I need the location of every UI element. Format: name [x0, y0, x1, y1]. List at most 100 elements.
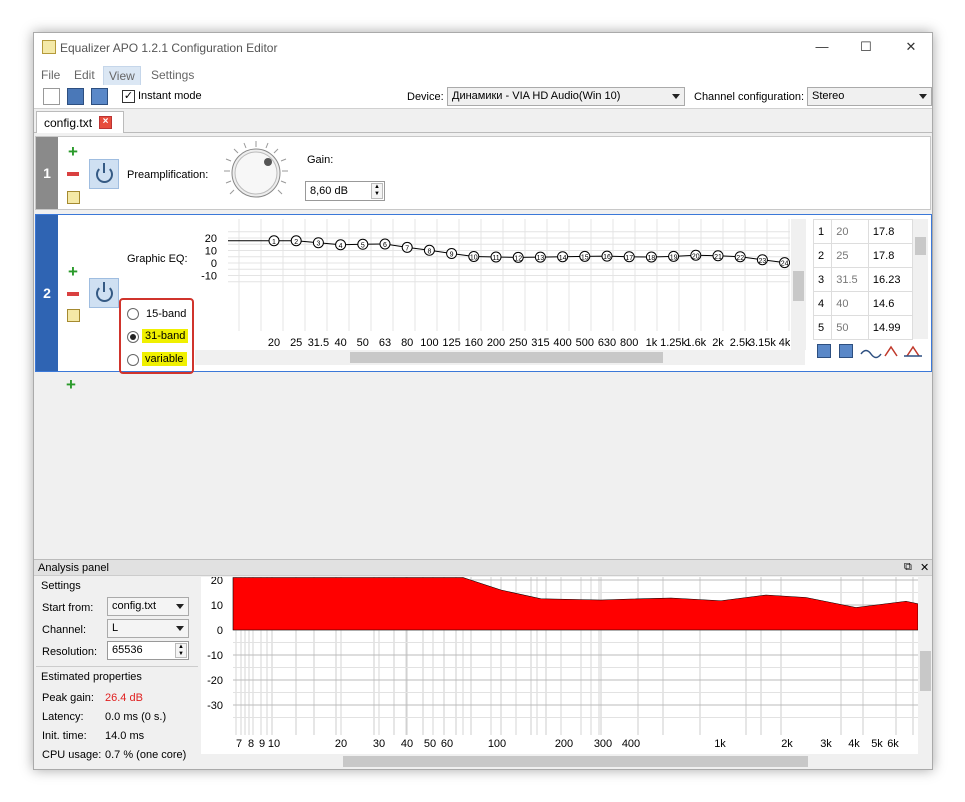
x-tick-label: 160	[465, 337, 483, 349]
menu-file[interactable]: File	[36, 66, 65, 84]
open-file-icon[interactable]	[67, 88, 84, 105]
analysis-horizontal-scrollbar[interactable]	[201, 754, 918, 769]
band-index[interactable]: 3	[812, 267, 833, 292]
band-index[interactable]: 2	[812, 243, 833, 268]
band-row[interactable]: 5 50 14.99	[812, 315, 914, 340]
scroll-thumb[interactable]	[915, 237, 926, 255]
band-gain[interactable]: 17.8	[867, 243, 914, 268]
x-tick-label: 8	[248, 738, 254, 750]
gain-knob[interactable]	[220, 139, 292, 207]
instant-mode-label: Instant mode	[138, 90, 202, 102]
scroll-thumb[interactable]	[350, 352, 663, 363]
eq-vertical-scrollbar[interactable]	[791, 219, 806, 350]
bands-table[interactable]: 1 20 17.8 2 25 17.8 3 31.5 16.23 4 40 14.6 5 50 14.99	[812, 219, 914, 340]
close-panel-icon[interactable]: ✕	[920, 561, 929, 574]
close-icon[interactable]: ✕	[901, 39, 921, 57]
minimize-icon[interactable]: —	[812, 39, 832, 57]
device-select[interactable]: Динамики - VIA HD Audio(Win 10)	[447, 87, 685, 106]
x-tick-label: 10	[268, 738, 280, 750]
channel-config-select[interactable]: Stereo	[807, 87, 932, 106]
start-from-select[interactable]: config.txt	[107, 597, 189, 616]
analysis-panel: Analysis panel ⧉ ✕ Settings Start from: …	[34, 559, 932, 769]
power-toggle-icon[interactable]	[89, 159, 119, 189]
bands-vertical-scrollbar[interactable]	[913, 219, 928, 339]
band-gain[interactable]: 14.6	[867, 291, 914, 316]
radio-variable[interactable]	[127, 354, 139, 366]
band-index[interactable]: 1	[812, 219, 833, 244]
add-filter-bottom-icon[interactable]: +	[65, 376, 77, 393]
x-tick-label: 9	[259, 738, 265, 750]
band-frequency[interactable]: 20	[831, 219, 869, 244]
save-eq-icon[interactable]	[817, 344, 831, 358]
resolution-label: Resolution:	[42, 646, 98, 658]
menu-bar: File Edit View Settings	[34, 63, 932, 86]
channel-select[interactable]: L	[107, 619, 189, 638]
instant-mode-checkbox[interactable]: ✓	[122, 90, 135, 103]
import-eq-icon[interactable]	[839, 344, 853, 358]
spin-arrows-icon[interactable]: ▲ ▼	[175, 643, 187, 658]
eq-node-label: 10	[470, 255, 478, 262]
resolution-spinbox[interactable]: 65536 ▲ ▼	[107, 641, 189, 660]
x-tick-label: 630	[598, 337, 616, 349]
maximize-icon[interactable]: ☐	[856, 39, 876, 57]
chevron-down-icon	[672, 94, 680, 99]
band-gain[interactable]: 16.23	[867, 267, 914, 292]
gain-spinbox[interactable]: 8,60 dB ▲ ▼	[305, 181, 385, 201]
frequency-response-graph[interactable]: 20100-10-20-307 8 9 10 20 30 40 50 60 100 200 300 40…	[201, 577, 918, 754]
float-panel-icon[interactable]: ⧉	[904, 561, 912, 574]
chevron-down-icon	[919, 94, 927, 99]
scroll-thumb[interactable]	[920, 651, 931, 691]
x-tick-label: 1.25k	[660, 337, 687, 349]
x-tick-label: 1k	[714, 738, 726, 750]
band-index[interactable]: 5	[812, 315, 833, 340]
eq-node-label: 9	[450, 252, 454, 259]
add-filter-icon[interactable]: +	[67, 143, 79, 160]
eq-node-label: 8	[427, 248, 431, 255]
band-frequency[interactable]: 50	[831, 315, 869, 340]
divider	[36, 666, 198, 667]
y-tick-label: 20	[205, 233, 217, 245]
x-tick-label: 50	[424, 738, 436, 750]
band-frequency[interactable]: 31.5	[831, 267, 869, 292]
band-row[interactable]: 4 40 14.6	[812, 291, 914, 316]
band-frequency[interactable]: 25	[831, 243, 869, 268]
title-bar[interactable]: Equalizer APO 1.2.1 Configuration Editor…	[34, 33, 932, 63]
close-tab-icon[interactable]: ×	[99, 116, 112, 129]
remove-filter-icon[interactable]	[67, 292, 79, 296]
new-file-icon[interactable]	[43, 88, 60, 105]
band-gain[interactable]: 14.99	[867, 315, 914, 340]
x-tick-label: 30	[373, 738, 385, 750]
save-file-icon[interactable]	[91, 88, 108, 105]
scroll-thumb[interactable]	[793, 271, 804, 301]
edit-filter-icon[interactable]	[67, 191, 80, 204]
cpu-usage-label: CPU usage:	[42, 749, 102, 761]
band-gain[interactable]: 17.8	[867, 219, 914, 244]
remove-filter-icon[interactable]	[67, 172, 79, 176]
add-filter-icon[interactable]: +	[67, 263, 79, 280]
graphic-eq-graph[interactable]: 20100-1020 25 31.5 40 50 63 80 100 125 160 200 250 3…	[195, 219, 790, 350]
eq-horizontal-scrollbar[interactable]	[195, 350, 805, 365]
eq-node-label: 24	[781, 261, 789, 268]
latency-value: 0.0 ms (0 s.)	[105, 711, 167, 723]
tab-config-txt[interactable]: config.txt ×	[36, 111, 124, 133]
eq-node-label: 22	[736, 255, 744, 262]
power-toggle-icon[interactable]	[89, 278, 119, 308]
band-row[interactable]: 2 25 17.8	[812, 243, 914, 268]
analysis-header: Analysis panel ⧉ ✕	[34, 559, 932, 576]
menu-view[interactable]: View	[103, 66, 141, 86]
x-tick-label: 1k	[646, 337, 658, 349]
band-row[interactable]: 3 31.5 16.23	[812, 267, 914, 292]
band-frequency[interactable]: 40	[831, 291, 869, 316]
estimated-title: Estimated properties	[41, 671, 142, 683]
edit-filter-icon[interactable]	[67, 309, 80, 322]
settings-title: Settings	[41, 580, 81, 592]
radio-31-band[interactable]	[127, 331, 139, 343]
band-row[interactable]: 1 20 17.8	[812, 219, 914, 244]
analysis-vertical-scrollbar[interactable]	[918, 577, 932, 754]
menu-edit[interactable]: Edit	[69, 66, 100, 84]
scroll-thumb[interactable]	[343, 756, 808, 767]
band-index[interactable]: 4	[812, 291, 833, 316]
spin-arrows-icon[interactable]: ▲ ▼	[371, 183, 383, 199]
radio-15-band[interactable]	[127, 308, 139, 320]
menu-settings[interactable]: Settings	[146, 66, 199, 84]
